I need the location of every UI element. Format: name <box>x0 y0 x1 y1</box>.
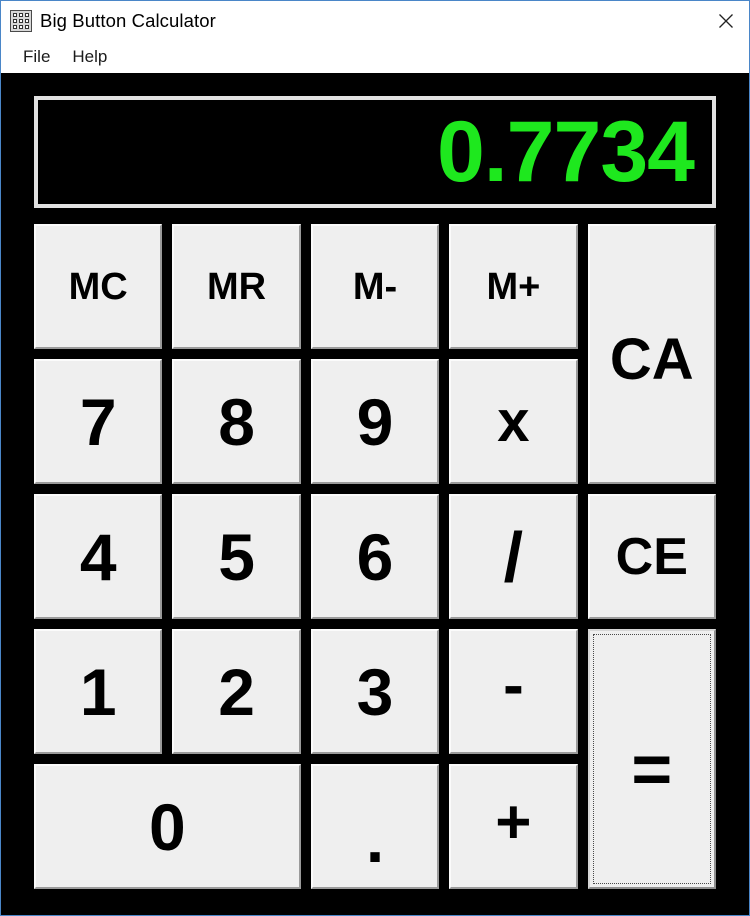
key-label: MR <box>207 265 267 308</box>
keypad: MC MR M- M+ CA 7 8 9 x 4 5 6 / CE 1 2 3 … <box>34 224 716 889</box>
key-1[interactable]: 1 <box>34 629 163 754</box>
key-label: M+ <box>486 265 541 308</box>
key-7[interactable]: 7 <box>34 359 163 484</box>
menu-bar: File Help <box>1 41 749 73</box>
key-label: = <box>631 730 673 808</box>
key-label: 4 <box>79 519 117 594</box>
menu-item-file[interactable]: File <box>12 45 61 70</box>
display-frame: 0.7734 <box>34 96 716 208</box>
key-label: x <box>497 388 530 454</box>
key-memory-clear[interactable]: MC <box>34 224 163 349</box>
close-window-button[interactable] <box>702 1 749 40</box>
display-value: 0.7734 <box>436 104 695 200</box>
key-0[interactable]: 0 <box>34 764 301 889</box>
key-label: 8 <box>218 384 255 459</box>
key-multiply[interactable]: x <box>449 359 578 484</box>
key-add[interactable]: + <box>449 764 578 889</box>
key-label: CE <box>615 527 688 586</box>
key-memory-recall[interactable]: MR <box>172 224 301 349</box>
key-label: - <box>503 650 524 720</box>
key-decimal-point[interactable]: . <box>310 764 440 889</box>
key-label: M- <box>352 265 398 308</box>
calculator-grid-icon <box>10 10 32 32</box>
close-icon <box>718 13 733 28</box>
key-label: 6 <box>356 519 394 594</box>
key-5[interactable]: 5 <box>172 494 301 619</box>
key-label: 5 <box>218 519 255 594</box>
key-label: 9 <box>356 384 394 459</box>
key-3[interactable]: 3 <box>310 629 440 754</box>
key-label: 7 <box>79 384 117 459</box>
key-divide[interactable]: / <box>449 494 578 619</box>
key-label: MC <box>68 265 128 308</box>
window-title: Big Button Calculator <box>40 10 216 31</box>
key-4[interactable]: 4 <box>34 494 163 619</box>
key-label: 3 <box>356 654 394 729</box>
key-memory-add[interactable]: M+ <box>449 224 578 349</box>
key-6[interactable]: 6 <box>310 494 440 619</box>
key-label: / <box>503 517 524 596</box>
key-2[interactable]: 2 <box>172 629 301 754</box>
title-bar: Big Button Calculator <box>1 1 749 41</box>
key-clear-entry[interactable]: CE <box>587 494 716 619</box>
calculator-body: 0.7734 MC MR M- M+ CA 7 8 9 x 4 5 6 / CE… <box>1 73 749 915</box>
menu-item-help[interactable]: Help <box>61 45 118 70</box>
key-label: + <box>495 787 532 857</box>
key-9[interactable]: 9 <box>310 359 440 484</box>
key-label: CA <box>609 327 694 392</box>
key-clear-all[interactable]: CA <box>587 224 716 484</box>
key-label: . <box>365 801 385 876</box>
key-label: 2 <box>218 654 255 729</box>
key-memory-subtract[interactable]: M- <box>310 224 440 349</box>
calculator-window: Big Button Calculator File Help 0.7734 M… <box>0 0 750 916</box>
key-label: 0 <box>149 789 186 864</box>
key-label: 1 <box>79 654 117 729</box>
key-subtract[interactable]: - <box>449 629 578 754</box>
key-8[interactable]: 8 <box>172 359 301 484</box>
key-equals[interactable]: = <box>587 629 716 889</box>
